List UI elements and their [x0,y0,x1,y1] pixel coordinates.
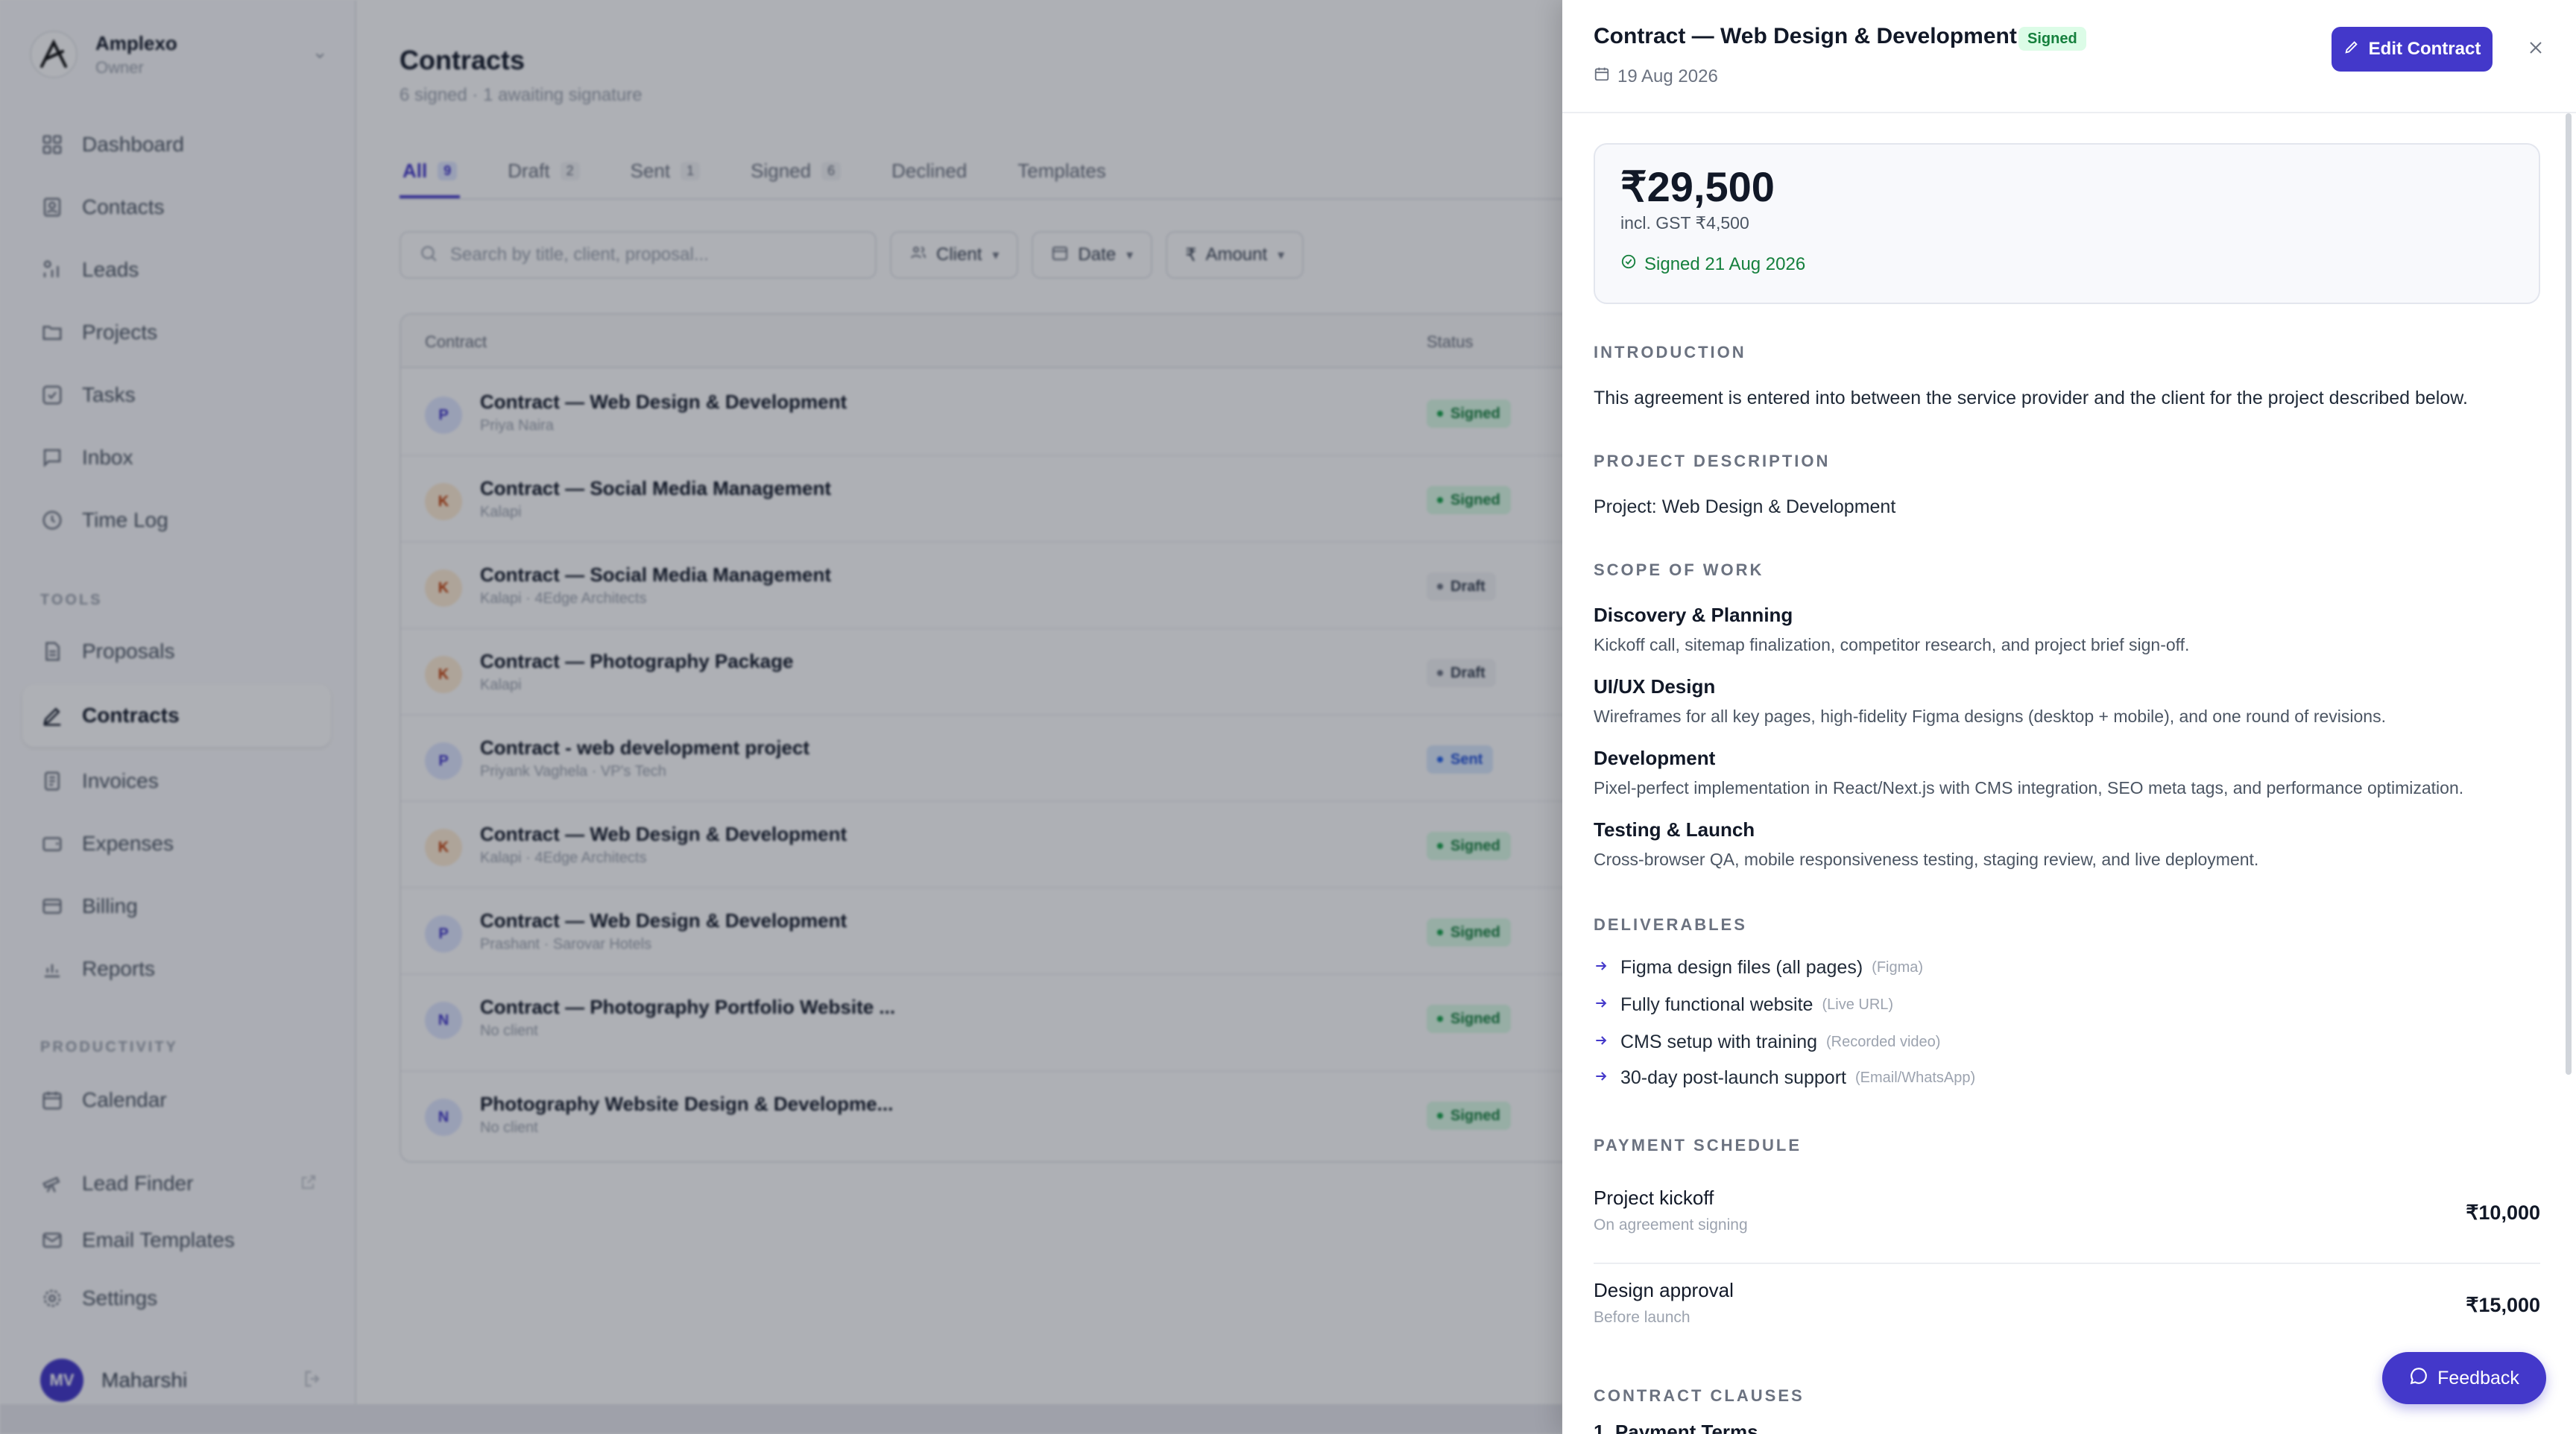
close-drawer-button[interactable] [2519,33,2552,66]
payment-row: Design approval Before launch ₹15,000 [1594,1273,2540,1356]
deliverable-name: CMS setup with training [1620,1032,1818,1052]
contract-date-text: 19 Aug 2026 [1617,66,1718,86]
contract-amount: ₹29,500 [1620,163,1775,210]
edit-contract-button[interactable]: Edit Contract [2332,27,2493,72]
deliverable-tag: (Live URL) [1822,996,1894,1013]
scope-item-description: Wireframes for all key pages, high-fidel… [1594,707,2386,726]
scope-item-description: Pixel-perfect implementation in React/Ne… [1594,778,2464,797]
pencil-icon [2343,39,2369,60]
clause-title: 1. Payment Terms [1594,1421,1758,1434]
calendar-icon [1594,66,1617,87]
scope-item-title: Development [1594,747,1716,769]
contract-detail-drawer: Contract — Web Design & Development Sign… [1562,0,2576,1434]
scope-item-description: Cross-browser QA, mobile responsiveness … [1594,850,2259,869]
scope-item-title: Testing & Launch [1594,818,1755,841]
section-heading-payment-schedule: PAYMENT SCHEDULE [1594,1136,1802,1155]
deliverable-name: 30-day post-launch support [1620,1067,1846,1088]
gst-amount: incl. GST ₹4,500 [1620,213,1749,233]
signed-status: Signed 21 Aug 2026 [1620,253,1805,275]
arrow-right-icon [1594,958,1620,977]
introduction-text: This agreement is entered into between t… [1594,388,2468,408]
check-circle-icon [1620,253,1644,275]
payment-name: Project kickoff [1594,1187,1714,1209]
deliverable-tag: (Email/WhatsApp) [1854,1070,1976,1086]
close-icon [2527,39,2545,60]
payment-amount: ₹10,000 [2466,1201,2540,1224]
feedback-button[interactable]: Feedback [2382,1352,2546,1404]
section-heading-scope: SCOPE OF WORK [1594,560,1764,579]
amount-card: ₹29,500 incl. GST ₹4,500 Signed 21 Aug 2… [1594,143,2540,304]
deliverable-name: Figma design files (all pages) [1620,957,1863,978]
deliverable-item: Figma design files (all pages) (Figma) [1594,957,1923,979]
deliverable-name: Fully functional website [1620,994,1813,1015]
divider [1594,1263,2540,1264]
feedback-label: Feedback [2437,1367,2519,1389]
chat-bubble-icon [2409,1366,2437,1391]
arrow-right-icon [1594,996,1620,1014]
payment-name: Design approval [1594,1279,1734,1301]
section-heading-deliverables: DELIVERABLES [1594,915,1747,934]
deliverable-item: Fully functional website (Live URL) [1594,994,1893,1016]
scope-item-title: Discovery & Planning [1594,604,1793,626]
modal-backdrop[interactable] [0,0,1562,1434]
project-description-text: Project: Web Design & Development [1594,496,1896,517]
deliverable-tag: (Recorded video) [1826,1034,1941,1050]
edit-contract-label: Edit Contract [2368,39,2481,59]
deliverable-tag: (Figma) [1872,959,1924,976]
payment-condition: Before launch [1594,1309,1690,1326]
section-heading-contract-clauses: CONTRACT CLAUSES [1594,1386,1805,1405]
scope-item-title: UI/UX Design [1594,675,1716,698]
arrow-right-icon [1594,1069,1620,1087]
status-badge: Signed [2018,27,2086,51]
section-heading-project-description: PROJECT DESCRIPTION [1594,452,1831,470]
payment-row: Project kickoff On agreement signing ₹10… [1594,1181,2540,1264]
deliverable-item: CMS setup with training (Recorded video) [1594,1032,1940,1053]
drawer-title: Contract — Web Design & Development [1594,24,2017,48]
deliverable-item: 30-day post-launch support (Email/WhatsA… [1594,1067,1975,1089]
payment-amount: ₹15,000 [2466,1294,2540,1316]
drawer-scrollbar[interactable] [2566,113,2572,1075]
section-heading-introduction: INTRODUCTION [1594,343,1746,361]
drawer-header: Contract — Web Design & Development Sign… [1562,0,2576,113]
scope-item-description: Kickoff call, sitemap finalization, comp… [1594,635,2190,654]
payment-condition: On agreement signing [1594,1216,1748,1234]
contract-date: 19 Aug 2026 [1594,66,1718,87]
signed-date-text: Signed 21 Aug 2026 [1644,253,1806,274]
arrow-right-icon [1594,1033,1620,1052]
